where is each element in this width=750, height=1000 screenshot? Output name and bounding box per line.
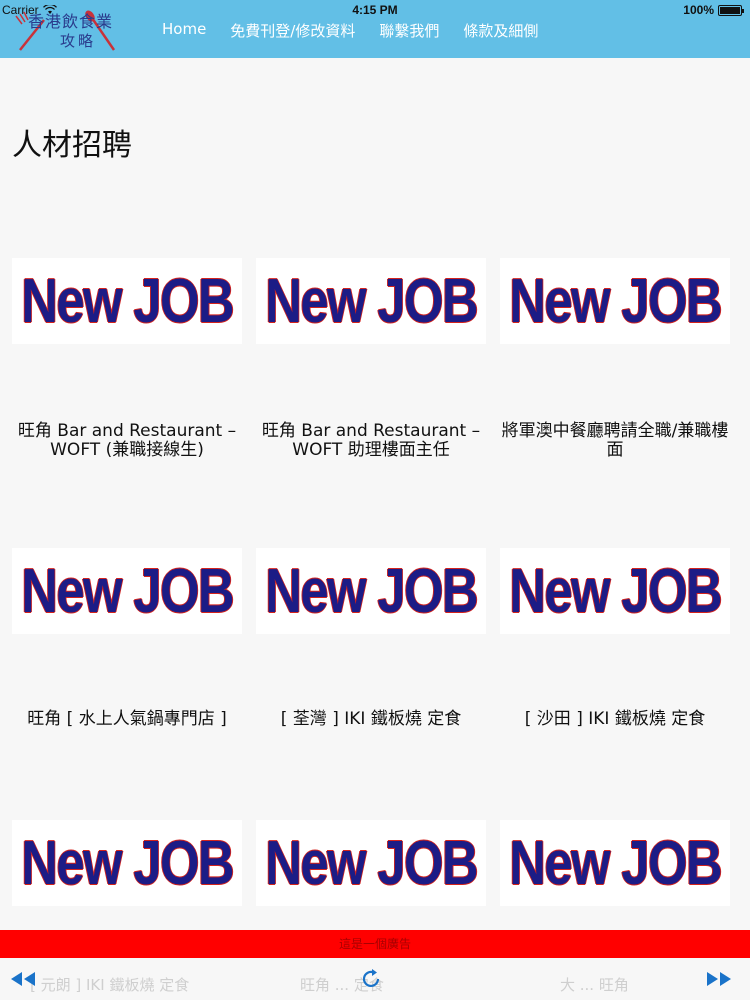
rewind-icon [11,972,35,986]
new-job-image[interactable]: New JOB [500,258,730,344]
nav-home[interactable]: Home [162,20,206,41]
new-job-image-text: New JOB [265,266,478,336]
new-job-image-text: New JOB [265,556,478,626]
scrolled-job-title: [ 元朗 ] IKI 鐵板燒 定食 [30,976,190,994]
new-job-image[interactable]: New JOB [12,820,242,906]
new-job-image-text: New JOB [509,556,722,626]
new-job-image[interactable]: New JOB [12,258,242,344]
new-job-image-text: New JOB [21,828,234,898]
job-title[interactable]: 旺角 Bar and Restaurant – WOFT 助理樓面主任 [252,422,490,460]
job-card[interactable]: New JOB [12,820,242,906]
logo-subtitle: 攻略 [60,32,97,50]
nav-contact-us[interactable]: 聯繫我們 [379,20,439,41]
bottom-toolbar: [ 元朗 ] IKI 鐵板燒 定食 旺角 ... 定食 大 ... 旺角 [0,958,750,1000]
new-job-image[interactable]: New JOB [500,548,730,634]
fast-forward-icon [707,972,731,986]
job-card[interactable]: New JOB 將軍澳中餐廳聘請全職/兼職樓面 [500,258,730,460]
forward-button[interactable] [702,964,736,994]
logo-title: 香港飲食業 [28,12,114,31]
new-job-image-text: New JOB [21,266,234,336]
job-card[interactable]: New JOB [ 沙田 ] IKI 鐵板燒 定食 [500,548,730,729]
job-title[interactable]: [ 荃灣 ] IKI 鐵板燒 定食 [252,710,490,729]
battery-percent: 100% [683,3,714,17]
new-job-image[interactable]: New JOB [12,548,242,634]
job-card[interactable]: New JOB [256,820,486,906]
job-title[interactable]: 將軍澳中餐廳聘請全職/兼職樓面 [496,422,734,460]
new-job-image-text: New JOB [265,828,478,898]
ad-banner[interactable]: 這是一個廣告 [0,930,750,958]
main-nav: Home 免費刊登/修改資料 聯繫我們 條款及細側 [162,20,538,41]
nav-terms[interactable]: 條款及細側 [463,20,538,41]
new-job-image-text: New JOB [509,828,722,898]
job-title[interactable]: 旺角 [ 水上人氣鍋專門店 ] [8,710,246,729]
job-card[interactable]: New JOB 旺角 Bar and Restaurant – WOFT (兼職… [12,258,242,460]
nav-free-listing[interactable]: 免費刊登/修改資料 [230,20,355,41]
job-title[interactable]: 旺角 Bar and Restaurant – WOFT (兼職接線生) [8,422,246,460]
battery-indicator: 100% [683,3,744,17]
page-title: 人材招聘 [12,128,132,163]
job-card[interactable]: New JOB [ 荃灣 ] IKI 鐵板燒 定食 [256,548,486,729]
job-card[interactable]: New JOB 旺角 Bar and Restaurant – WOFT 助理樓… [256,258,486,460]
new-job-image[interactable]: New JOB [256,258,486,344]
new-job-image[interactable]: New JOB [256,820,486,906]
scrolled-job-title: 大 ... 旺角 [560,976,629,994]
new-job-image-text: New JOB [509,266,722,336]
new-job-image-text: New JOB [21,556,234,626]
job-card[interactable]: New JOB 旺角 [ 水上人氣鍋專門店 ] [12,548,242,729]
battery-icon [718,4,744,16]
site-logo[interactable]: 香港飲食業 攻略 [6,6,136,54]
new-job-image[interactable]: New JOB [256,548,486,634]
reload-icon [362,969,380,988]
back-button[interactable] [6,964,40,994]
header-bar: Carrier 4:15 PM 100% 香港飲食業 攻略 Home 免費刊登/… [0,0,750,58]
job-title[interactable]: [ 沙田 ] IKI 鐵板燒 定食 [496,710,734,729]
new-job-image[interactable]: New JOB [500,820,730,906]
job-card[interactable]: New JOB [500,820,730,906]
reload-button[interactable] [354,964,388,994]
